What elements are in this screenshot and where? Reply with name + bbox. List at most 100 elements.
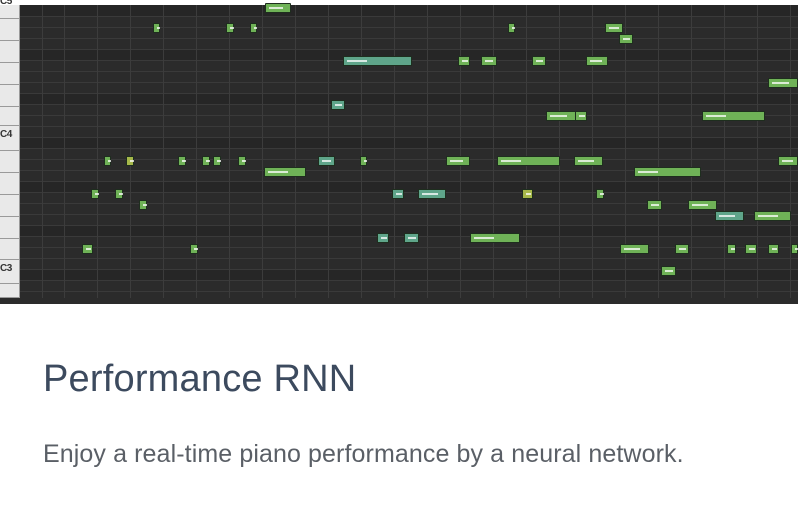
piano-keyboard: C5 C4 C3 bbox=[0, 0, 20, 304]
key-divider bbox=[0, 194, 19, 195]
note bbox=[250, 23, 257, 33]
note bbox=[264, 167, 306, 177]
note bbox=[702, 111, 765, 121]
note bbox=[596, 189, 604, 199]
note bbox=[647, 200, 662, 210]
note bbox=[508, 23, 515, 33]
note bbox=[213, 156, 221, 166]
note bbox=[620, 244, 649, 254]
note bbox=[404, 233, 419, 243]
pitch-line bbox=[20, 38, 798, 39]
note bbox=[458, 56, 470, 66]
key-divider bbox=[0, 106, 19, 107]
note bbox=[318, 156, 335, 166]
beat-line bbox=[625, 5, 626, 304]
beat-line bbox=[163, 5, 164, 304]
pitch-row-shade bbox=[20, 5, 798, 16]
beat-line bbox=[97, 5, 98, 304]
pitch-line bbox=[20, 93, 798, 94]
note bbox=[661, 266, 676, 276]
pitch-line bbox=[20, 159, 798, 160]
key-divider bbox=[0, 283, 19, 284]
note bbox=[392, 189, 404, 199]
note bbox=[778, 156, 798, 166]
beat-line bbox=[361, 5, 362, 304]
note bbox=[343, 56, 412, 66]
pitch-row-shade bbox=[20, 181, 798, 192]
beat-line bbox=[229, 5, 230, 304]
pitch-line bbox=[20, 126, 798, 127]
note bbox=[727, 244, 736, 254]
note bbox=[754, 211, 791, 221]
note bbox=[126, 156, 134, 166]
note bbox=[605, 23, 623, 33]
pitch-line bbox=[20, 269, 798, 270]
card-description: Enjoy a real-time piano performance by a… bbox=[43, 440, 684, 468]
pitch-line bbox=[20, 225, 798, 226]
octave-label-c5: C5 bbox=[0, 0, 12, 7]
note bbox=[153, 23, 160, 33]
note bbox=[768, 78, 798, 88]
card-title[interactable]: Performance RNN bbox=[43, 358, 356, 401]
pitch-line bbox=[20, 104, 798, 105]
note bbox=[619, 34, 633, 44]
note bbox=[522, 189, 533, 199]
note bbox=[675, 244, 689, 254]
key-divider bbox=[0, 259, 19, 260]
note bbox=[634, 167, 701, 177]
note bbox=[360, 156, 367, 166]
key-divider bbox=[0, 216, 19, 217]
piano-roll-visualization: C5 C4 C3 bbox=[0, 0, 798, 304]
pitch-line bbox=[20, 203, 798, 204]
note bbox=[139, 200, 147, 210]
pitch-line bbox=[20, 16, 798, 17]
key-divider bbox=[0, 84, 19, 85]
beat-line bbox=[658, 5, 659, 304]
beat-line bbox=[691, 5, 692, 304]
pitch-line bbox=[20, 192, 798, 193]
note bbox=[202, 156, 210, 166]
beat-line bbox=[328, 5, 329, 304]
note bbox=[226, 23, 234, 33]
note bbox=[418, 189, 446, 199]
pitch-row-shade bbox=[20, 269, 798, 280]
pitch-line bbox=[20, 291, 798, 292]
note bbox=[115, 189, 123, 199]
pitch-line bbox=[20, 214, 798, 215]
pitch-line bbox=[20, 49, 798, 50]
key-divider bbox=[0, 125, 19, 126]
pitch-line bbox=[20, 181, 798, 182]
key-divider bbox=[0, 238, 19, 239]
pitch-line bbox=[20, 258, 798, 259]
note bbox=[470, 233, 520, 243]
note bbox=[331, 100, 345, 110]
pitch-line bbox=[20, 280, 798, 281]
beat-line bbox=[196, 5, 197, 304]
key-divider bbox=[0, 18, 19, 19]
key-divider bbox=[0, 172, 19, 173]
beat-line bbox=[295, 5, 296, 304]
note bbox=[238, 156, 246, 166]
beat-line bbox=[64, 5, 65, 304]
note bbox=[265, 3, 291, 13]
note bbox=[546, 111, 576, 121]
beat-line bbox=[394, 5, 395, 304]
note bbox=[574, 156, 603, 166]
note bbox=[791, 244, 798, 254]
key-divider bbox=[0, 150, 19, 151]
beat-line bbox=[427, 5, 428, 304]
note bbox=[586, 56, 608, 66]
beat-line bbox=[757, 5, 758, 304]
pitch-row-shade bbox=[20, 93, 798, 104]
note bbox=[446, 156, 470, 166]
note bbox=[82, 244, 93, 254]
performance-rnn-card[interactable]: C5 C4 C3 Performance RNN Enjoy a real-ti… bbox=[0, 0, 798, 530]
note bbox=[768, 244, 779, 254]
note bbox=[497, 156, 560, 166]
key-divider bbox=[0, 62, 19, 63]
pitch-line bbox=[20, 148, 798, 149]
beat-line bbox=[790, 5, 791, 304]
note bbox=[575, 111, 587, 121]
pitch-line bbox=[20, 27, 798, 28]
beat-line bbox=[724, 5, 725, 304]
